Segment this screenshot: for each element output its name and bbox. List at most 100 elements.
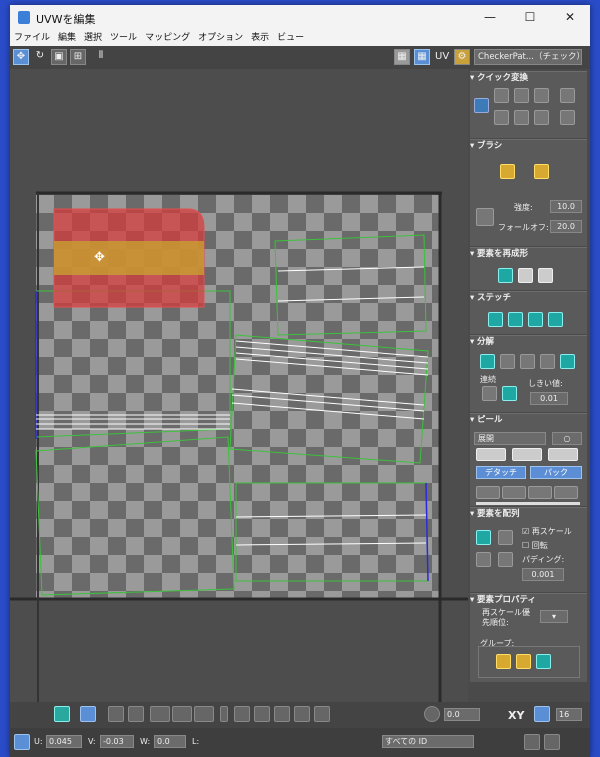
freeze-icon[interactable] [358,734,374,750]
flatten-icon[interactable] [538,268,553,283]
stitch-average-icon[interactable] [528,312,543,327]
scale-tool-icon[interactable]: ▣ [51,49,67,65]
pack-button[interactable]: パック [530,466,582,479]
lock-icon[interactable] [288,734,304,750]
weld-target-icon[interactable] [502,386,517,401]
element-mode-icon[interactable] [80,706,96,722]
checker-toggle-icon[interactable]: ▦ [394,49,410,65]
rescale-elements-icon[interactable] [476,552,491,567]
pack-custom-icon[interactable] [498,530,513,545]
rotate-ccw-icon[interactable] [534,110,549,125]
strength-spinner[interactable]: 10.0 [550,200,582,213]
ring-shrink-icon[interactable] [254,706,270,722]
pin-edge-icon[interactable] [528,486,552,499]
menu-view[interactable]: ビュー [273,30,308,45]
group-remove-icon[interactable] [516,654,531,669]
peel-quick-icon[interactable] [476,448,506,461]
select-grow-icon[interactable] [108,706,124,722]
loop-grow-icon[interactable] [172,706,192,722]
uv-canvas[interactable]: ✥ [10,69,468,702]
texture-settings-icon[interactable]: ⚙ [454,49,470,65]
space-icon[interactable] [514,110,529,125]
pack-together-icon[interactable] [498,552,513,567]
peel-pin-toggle[interactable]: ○ [552,432,582,445]
help-icon[interactable] [564,734,580,750]
freeform-tool-icon[interactable]: ⊞ [70,49,86,65]
vertex-mode-icon[interactable] [14,706,30,722]
pin-remove-icon[interactable] [502,486,526,499]
ring-icon[interactable] [220,706,228,722]
stitch-target-icon[interactable] [548,312,563,327]
group-select-icon[interactable] [536,654,551,669]
distribute-icon[interactable] [494,110,509,125]
relax-brush-icon[interactable] [534,164,549,179]
padding-spinner[interactable]: 0.001 [522,568,564,581]
brush-icon[interactable] [486,706,502,722]
xy-label[interactable]: XY [508,709,524,722]
pack-normalize-icon[interactable] [476,530,491,545]
ring-grow-icon[interactable] [234,706,250,722]
minimize-button[interactable]: — [470,5,510,30]
group-add-icon[interactable] [496,654,511,669]
falloff-spinner[interactable]: 20.0 [550,220,582,233]
menu-file[interactable]: ファイル [10,30,54,45]
weld-selected-icon[interactable] [482,386,497,401]
checker-pattern-dropdown[interactable]: CheckerPat...（チェック） [474,49,582,65]
stitch-source-icon[interactable] [508,312,523,327]
polygon-mode-icon[interactable] [54,706,70,722]
threshold-spinner[interactable]: 0.01 [530,392,568,405]
pivot-icon[interactable] [474,98,489,113]
menu-tools[interactable]: ツール [106,30,141,45]
u-field[interactable]: 0.045 [46,735,82,748]
menu-mapping[interactable]: マッピング [141,30,194,45]
edge-mode-icon[interactable] [34,706,50,722]
hide-icon[interactable] [308,734,324,750]
maximize-button[interactable]: ☐ [510,5,550,30]
rotate-checkbox[interactable]: ☐ 回転 [522,540,548,551]
pin-add-icon[interactable] [476,486,500,499]
weld-icon[interactable] [500,354,515,369]
pan-icon[interactable] [484,734,500,750]
align-more-icon[interactable] [560,88,575,103]
material-id-dropdown[interactable]: すべての ID [382,735,474,748]
rescale-priority-dropdown[interactable]: ▾ [540,610,568,623]
angle-field[interactable]: 0.0 [444,708,480,721]
straighten-icon[interactable] [498,268,513,283]
align-horizontal-icon[interactable] [494,88,509,103]
break-icon[interactable] [480,354,495,369]
paint-brush-icon[interactable] [500,164,515,179]
zoom-region-icon[interactable] [524,734,540,750]
loop-icon[interactable] [150,706,170,722]
menu-edit[interactable]: 編集 [54,30,80,45]
move-tool-icon[interactable]: ✥ [13,49,29,65]
relax-icon[interactable] [518,268,533,283]
mirror-tool-icon[interactable]: ⫴ [93,49,109,65]
rotate-cw-icon[interactable] [534,88,549,103]
zoom-icon[interactable] [504,734,520,750]
peel-mode-dropdown[interactable]: 展開 [474,432,546,445]
loop-shrink-icon[interactable] [194,706,214,722]
move-gizmo-icon[interactable]: ✥ [94,250,105,265]
rescale-checkbox[interactable]: ☑ 再スケール [522,526,572,537]
zoom-extents-icon[interactable] [544,734,560,750]
brush-falloff-icon[interactable] [476,208,494,226]
pin-invert-icon[interactable] [554,486,578,499]
detach-button[interactable]: デタッチ [476,466,526,479]
angle-snap-icon[interactable] [424,706,440,722]
explode-by-smoothing-icon[interactable] [520,354,535,369]
grid-size-field[interactable]: 16 [556,708,582,721]
rotate-tool-icon[interactable]: ↻ [32,49,48,65]
show-map-icon[interactable]: ▦ [414,49,430,65]
w-field[interactable]: 0.0 [154,735,186,748]
peel-reset-icon[interactable] [548,448,578,461]
stitch-custom-icon[interactable] [488,312,503,327]
absolute-mode-icon[interactable] [14,734,30,750]
uv-viewport[interactable]: ✥ [10,69,468,702]
paint-shrink-icon[interactable] [314,706,330,722]
close-button[interactable]: ✕ [550,5,590,30]
select-shrink-icon[interactable] [128,706,144,722]
grid-snap-icon[interactable] [534,706,550,722]
align-more-2-icon[interactable] [560,110,575,125]
menu-select[interactable]: 選択 [80,30,106,45]
explode-by-material-icon[interactable] [540,354,555,369]
